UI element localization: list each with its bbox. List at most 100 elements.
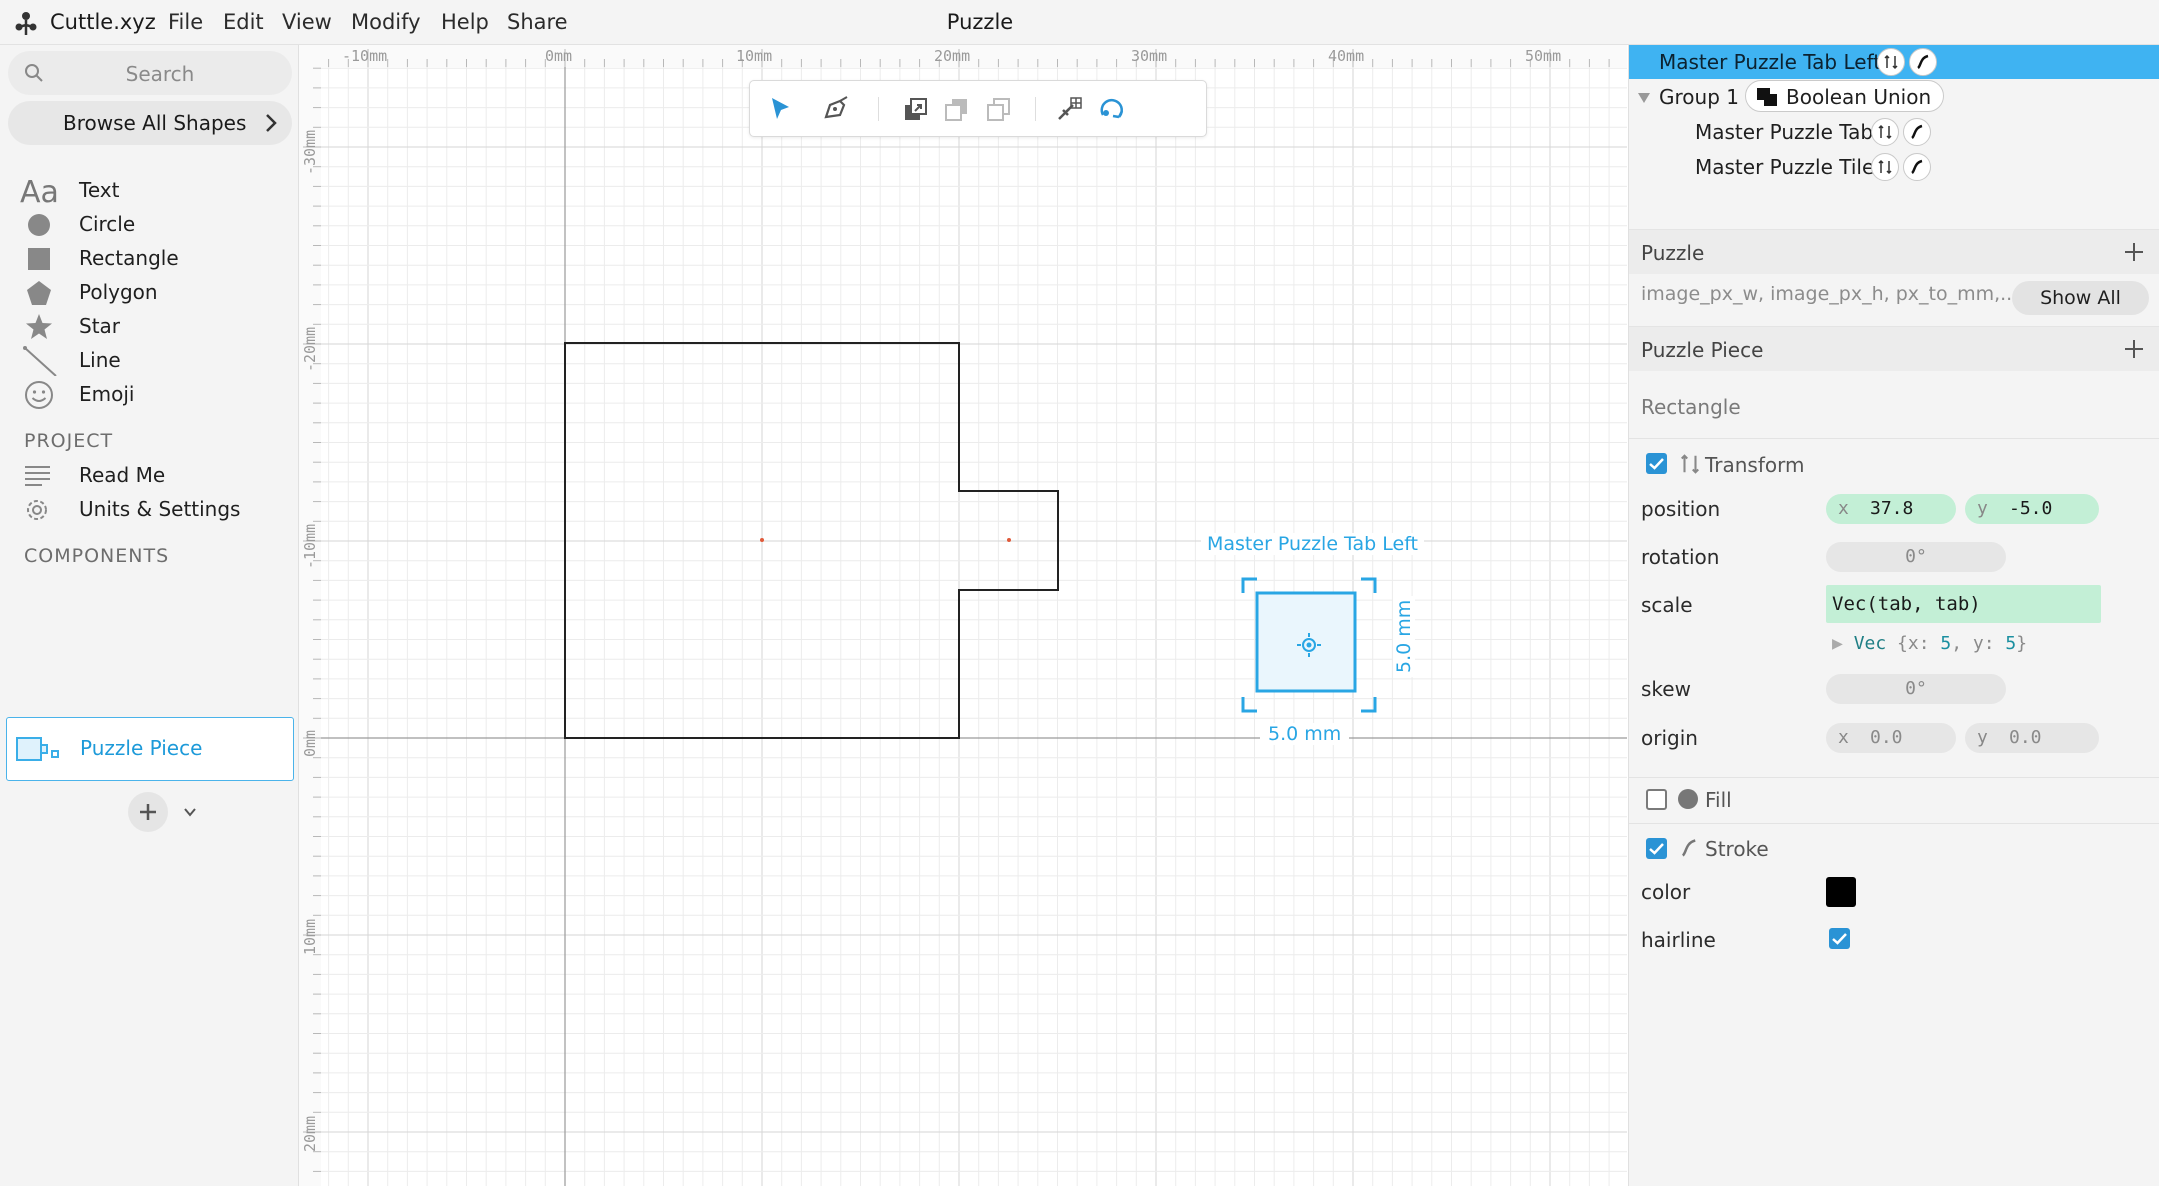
project-item-units-settings[interactable]: Units & Settings	[0, 489, 298, 531]
skew-label: skew	[1641, 677, 1691, 701]
canvas-toolbar	[749, 80, 1207, 137]
position-x-value: 37.8	[1870, 498, 1914, 519]
section-title: Puzzle	[1641, 241, 1705, 265]
boolean-union-icon	[1757, 88, 1777, 106]
add-component-button[interactable]	[128, 792, 168, 832]
layer-label: Master Puzzle Tab Left	[1659, 50, 1882, 74]
stroke-path-icon	[1681, 839, 1696, 857]
add-parameter-icon[interactable]	[2124, 339, 2144, 359]
transform-pill[interactable]	[1871, 153, 1899, 181]
tab-center-marker	[1007, 538, 1011, 542]
transform-arrows-icon	[1878, 124, 1892, 140]
selection-box[interactable]	[1239, 575, 1379, 715]
component-label: Puzzle Piece	[80, 736, 203, 760]
stroke-color-swatch[interactable]	[1826, 877, 1856, 907]
shape-label: Star	[79, 314, 121, 338]
vec-y-value: 5	[2005, 633, 2017, 654]
origin-x-value: 0.0	[1870, 727, 1903, 748]
stroke-pill[interactable]	[1909, 48, 1937, 76]
origin-y-value: 0.0	[2009, 727, 2042, 748]
show-all-button[interactable]: Show All	[2012, 281, 2149, 315]
snap-magnet-icon[interactable]	[1053, 93, 1085, 125]
layer-master-puzzle-tab-left[interactable]: Master Puzzle Tab Left	[1629, 45, 2159, 79]
position-y-field[interactable]: y -5.0	[1965, 494, 2099, 524]
shape-label: Rectangle	[79, 246, 179, 270]
shape-label: Circle	[79, 212, 136, 236]
puzzle-parameters-list: image_px_w, image_px_h, px_to_mm,...	[1641, 283, 2019, 305]
color-label: color	[1641, 880, 1691, 904]
stroke-path-icon	[1911, 124, 1923, 140]
transform-arrows-icon	[1681, 454, 1699, 474]
puzzle-piece-section-header: Puzzle Piece	[1629, 326, 2159, 371]
layer-label: Group 1	[1659, 85, 1739, 109]
stroke-pill[interactable]	[1903, 153, 1931, 181]
disclosure-triangle-icon[interactable]: ▶	[1832, 633, 1854, 654]
scale-expression-field[interactable]: Vec(tab, tab)	[1826, 585, 2101, 623]
rotation-label: rotation	[1641, 545, 1720, 569]
shape-type-label: Rectangle	[1641, 395, 1741, 419]
rotation-field[interactable]: 0°	[1826, 542, 2006, 572]
shape-item-emoji[interactable]: Emoji	[0, 374, 298, 416]
position-x-field[interactable]: x 37.8	[1826, 494, 1956, 524]
transform-label: Transform	[1705, 453, 1805, 477]
caret-down-icon[interactable]	[1637, 92, 1651, 104]
rectangle-icon	[28, 248, 50, 270]
checkmark-icon	[1649, 458, 1664, 470]
emoji-icon	[25, 381, 53, 409]
add-parameter-icon[interactable]	[2124, 242, 2144, 262]
layer-label: Master Puzzle Tile	[1695, 155, 1875, 179]
project-item-label: Read Me	[79, 463, 166, 487]
shape-label: Polygon	[79, 280, 158, 304]
divider	[1629, 438, 2159, 439]
stroke-checkbox[interactable]	[1646, 838, 1667, 859]
browse-all-shapes-button[interactable]: Browse All Shapes	[8, 101, 292, 145]
pen-tool-icon[interactable]	[820, 93, 852, 125]
checkmark-icon	[1649, 843, 1664, 855]
layer-label: Master Puzzle Tab	[1695, 120, 1874, 144]
fill-checkbox[interactable]	[1646, 789, 1667, 810]
transform-pill[interactable]	[1871, 118, 1899, 146]
boolean-union-tag[interactable]: Boolean Union	[1745, 80, 1945, 112]
search-icon	[25, 64, 43, 82]
send-backward-icon[interactable]	[941, 93, 973, 125]
layer-master-puzzle-tile[interactable]: Master Puzzle Tile	[1629, 150, 2159, 184]
line-icon	[23, 346, 57, 376]
rotate-tool-icon[interactable]	[1095, 93, 1127, 125]
toolbar-separator	[878, 97, 879, 121]
origin-x-field[interactable]: x 0.0	[1826, 723, 1956, 753]
send-back-icon[interactable]	[983, 93, 1015, 125]
transform-pill[interactable]	[1877, 48, 1905, 76]
search-box[interactable]	[8, 51, 292, 95]
layer-group-1[interactable]: Group 1 Boolean Union	[1629, 80, 2159, 114]
transform-arrows-icon	[1884, 54, 1898, 70]
section-title: Puzzle Piece	[1641, 338, 1764, 362]
chevron-right-icon	[266, 114, 277, 132]
stroke-path-icon	[1911, 159, 1923, 175]
plus-icon	[140, 804, 156, 820]
scale-evaluated-result[interactable]: ▶ Vec {x: 5, y: 5}	[1832, 633, 2027, 654]
hairline-label: hairline	[1641, 928, 1716, 952]
stroke-path-icon	[1917, 54, 1929, 70]
transform-arrows-icon	[1878, 159, 1892, 175]
skew-field[interactable]: 0°	[1826, 674, 2006, 704]
right-panel: Master Puzzle Tab Left Group 1 Boolean U…	[1628, 45, 2159, 1186]
document-title[interactable]: Puzzle	[0, 10, 1960, 34]
position-y-value: -5.0	[2009, 498, 2053, 519]
chevron-down-icon[interactable]	[182, 805, 198, 819]
components-section-header: COMPONENTS	[24, 545, 170, 567]
document-lines-icon	[25, 466, 50, 486]
bring-forward-icon[interactable]	[900, 93, 932, 125]
transform-checkbox[interactable]	[1646, 453, 1667, 474]
fill-circle-icon	[1678, 789, 1698, 809]
origin-y-field[interactable]: y 0.0	[1965, 723, 2099, 753]
component-item-puzzle-piece[interactable]: Puzzle Piece	[6, 717, 294, 781]
search-input[interactable]	[48, 57, 272, 91]
stroke-pill[interactable]	[1903, 118, 1931, 146]
scale-label: scale	[1641, 593, 1693, 617]
design-canvas[interactable]: -10mm 0mm 10mm 20mm 30mm 40mm 50mm -30mm…	[299, 45, 1627, 1186]
select-arrow-icon[interactable]	[764, 93, 796, 125]
puzzle-piece-outline[interactable]	[564, 342, 1059, 739]
origin-label: origin	[1641, 726, 1698, 750]
layer-master-puzzle-tab[interactable]: Master Puzzle Tab	[1629, 115, 2159, 149]
hairline-checkbox[interactable]	[1829, 928, 1850, 949]
